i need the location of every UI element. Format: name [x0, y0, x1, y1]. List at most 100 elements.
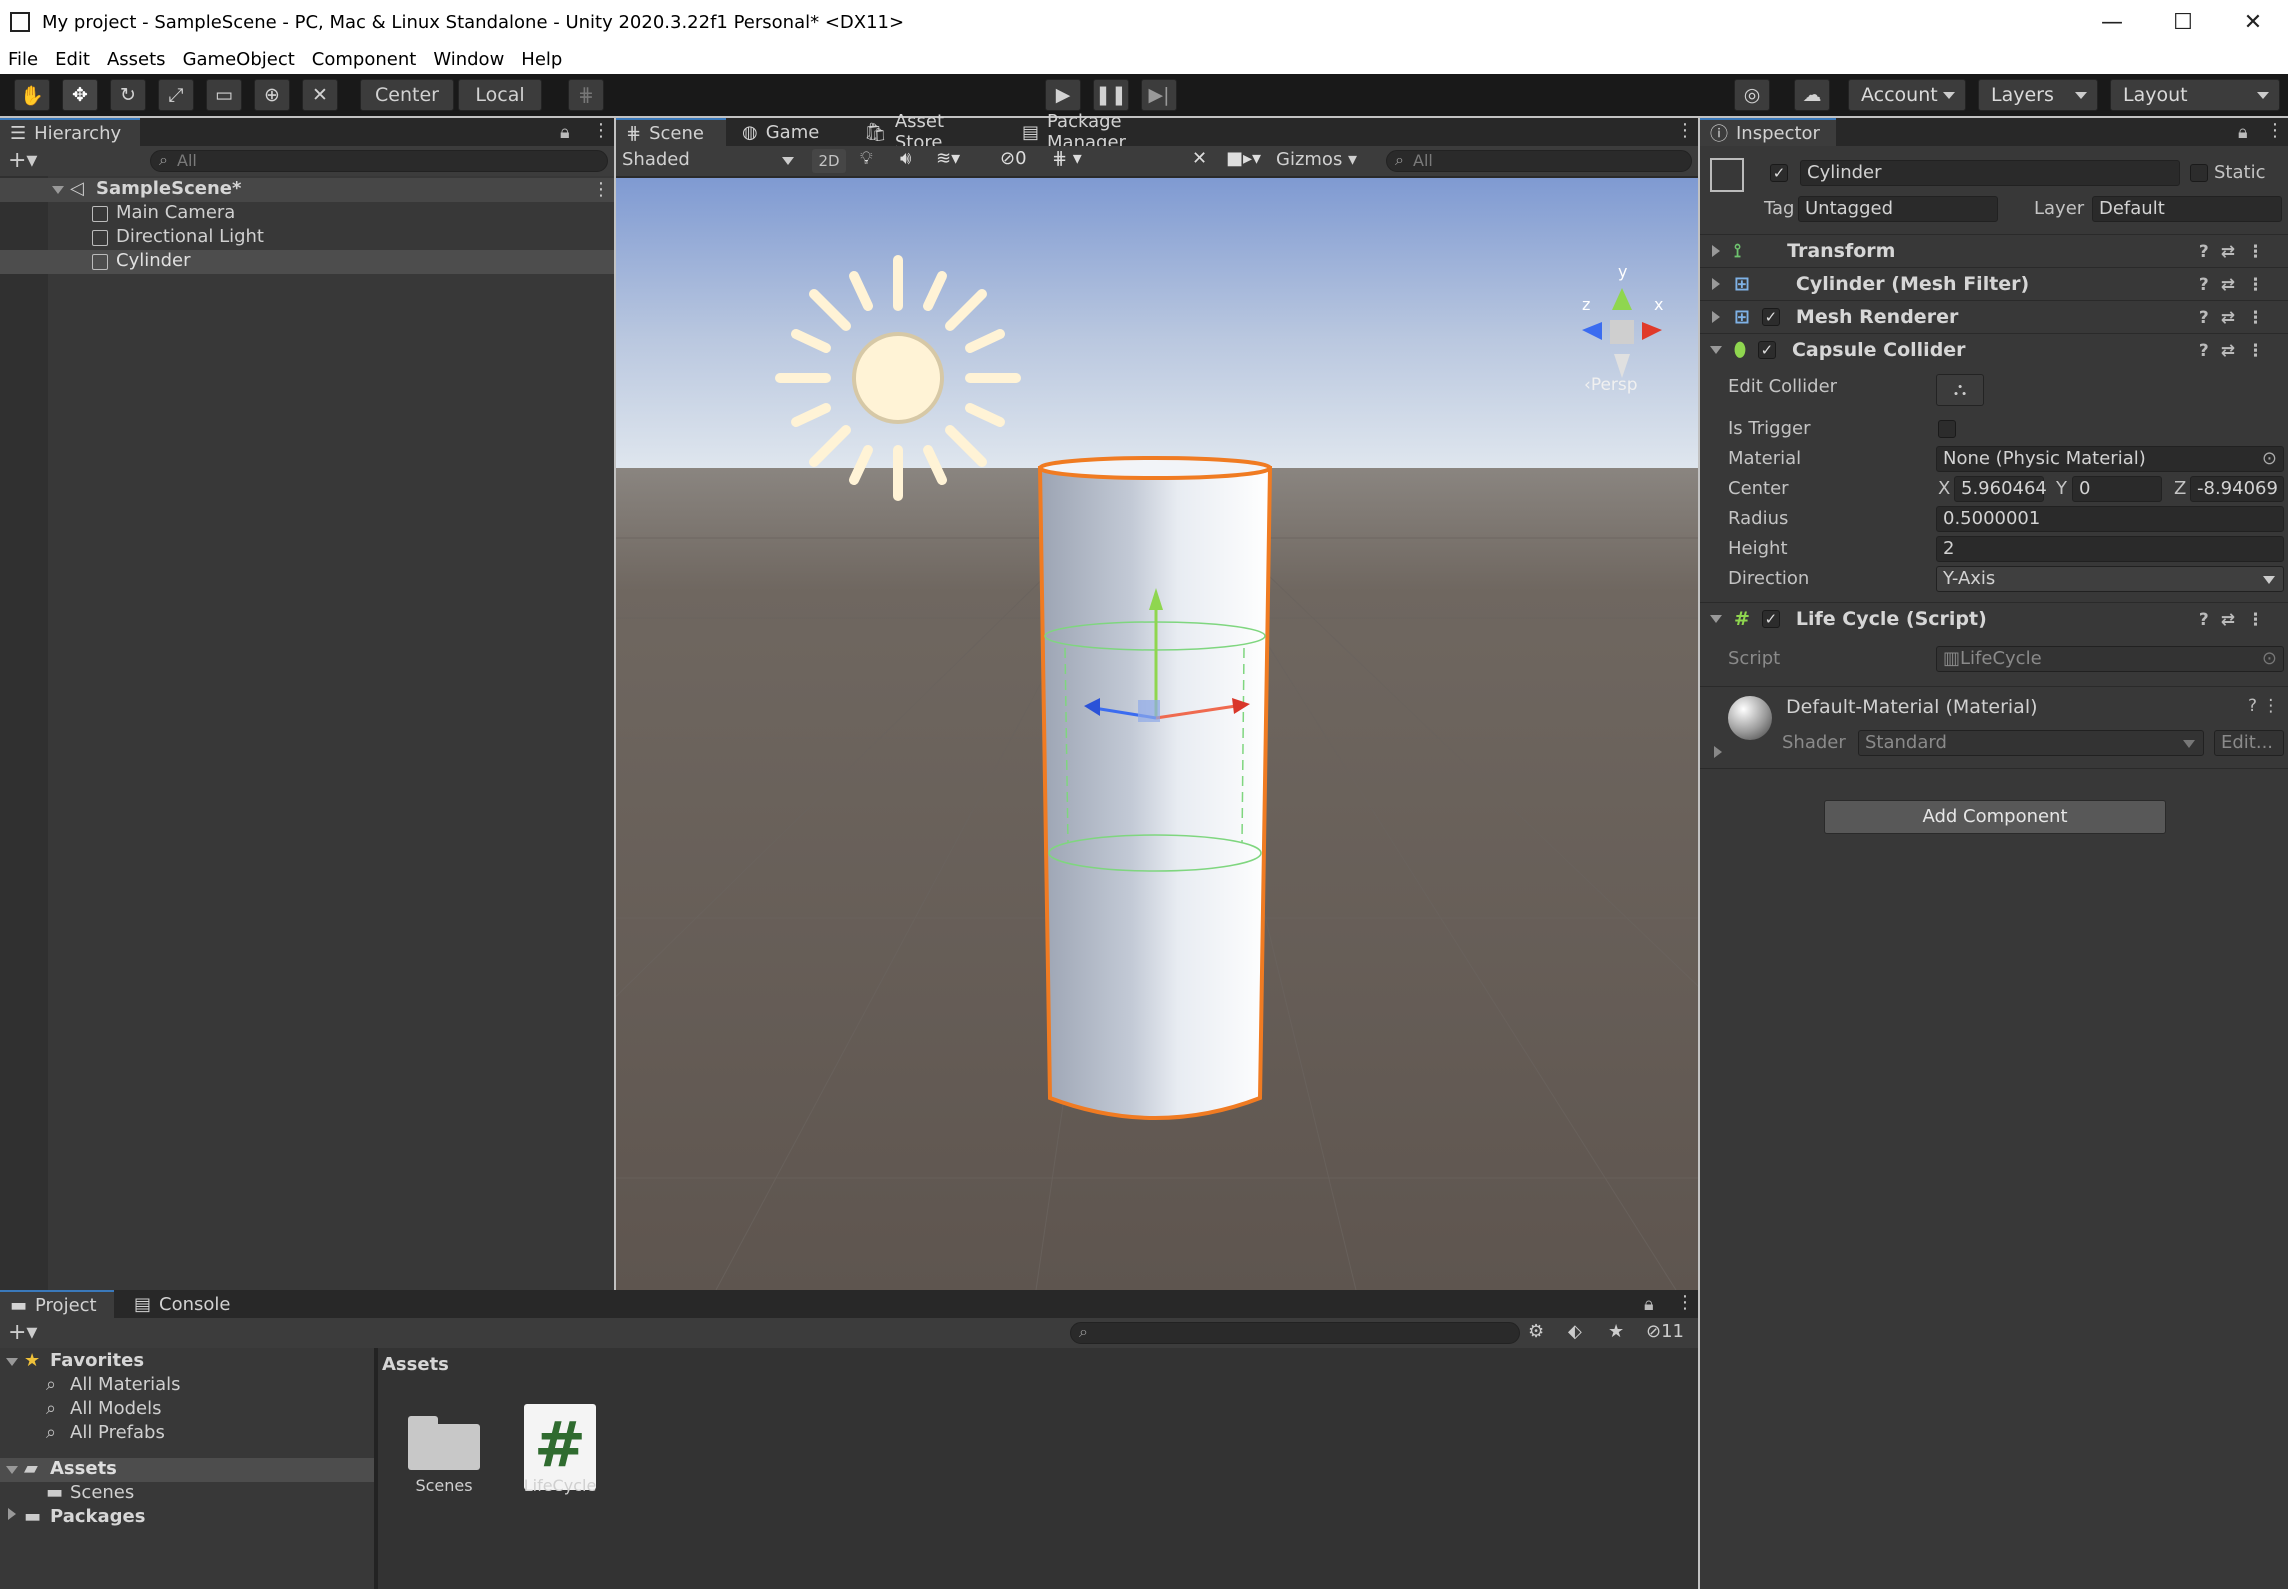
persp-label[interactable]: ‹Persp: [1584, 375, 1638, 395]
radius-field[interactable]: 0.5000001: [1936, 506, 2284, 532]
material-actions[interactable]: ? ⋮: [2248, 696, 2279, 716]
lock-icon[interactable]: 🔒︎: [2238, 122, 2248, 143]
favorite-star-icon[interactable]: ★: [1608, 1321, 1624, 1342]
transform-tool-icon[interactable]: ⊕: [254, 79, 290, 111]
scenes-folder-tile[interactable]: [408, 1410, 480, 1470]
inspector-menu-icon[interactable]: ⋮: [2266, 122, 2284, 140]
tag-dropdown[interactable]: Untagged: [1798, 196, 1998, 222]
camera-icon[interactable]: ■▸▾: [1226, 148, 1261, 169]
create-add-icon[interactable]: +▾: [8, 1320, 37, 1345]
account-dropdown[interactable]: Account: [1848, 79, 1966, 111]
favorite-item[interactable]: All Materials: [70, 1374, 181, 1395]
component-actions[interactable]: ?⇄⋮: [2199, 242, 2276, 262]
scene-viewport[interactable]: y x z ‹Persp: [616, 178, 1698, 1290]
shader-edit-button[interactable]: Edit...: [2214, 730, 2284, 756]
layers-dropdown[interactable]: Layers: [1978, 79, 2098, 111]
favorite-item[interactable]: All Prefabs: [70, 1422, 165, 1443]
expand-icon[interactable]: [1712, 244, 1720, 257]
hierarchy-search-input[interactable]: All: [150, 150, 608, 172]
center-x-field[interactable]: 5.960464: [1954, 476, 2047, 502]
grid-snap-icon[interactable]: ⋕: [568, 79, 604, 111]
tab-asset-store[interactable]: 🛍︎ Asset Store: [854, 111, 1004, 153]
move-tool-icon[interactable]: ✥: [62, 79, 98, 111]
layout-dropdown[interactable]: Layout: [2110, 79, 2280, 111]
lock-icon[interactable]: 🔒︎: [1644, 1294, 1654, 1315]
lock-icon[interactable]: 🔒︎: [560, 122, 570, 143]
scene-menu-icon[interactable]: ⋮: [592, 181, 610, 199]
project-menu-icon[interactable]: ⋮: [1676, 1294, 1694, 1312]
static-checkbox[interactable]: [2190, 164, 2208, 182]
shading-dropdown[interactable]: Shaded: [622, 149, 802, 173]
hidden-packages-icon[interactable]: ⊘11: [1646, 1321, 1684, 1342]
menu-gameobject[interactable]: GameObject: [183, 49, 295, 70]
tools-icon[interactable]: ✕: [1192, 148, 1207, 169]
scene-render[interactable]: y x z ‹Persp: [616, 178, 1698, 1290]
component-life-cycle[interactable]: # ✓ Life Cycle (Script) ?⇄⋮: [1700, 602, 2288, 634]
hidden-objects-icon[interactable]: ⊘0: [1000, 148, 1027, 169]
menu-assets[interactable]: Assets: [107, 49, 166, 70]
component-actions[interactable]: ?⇄⋮: [2199, 610, 2276, 630]
maximize-button[interactable]: ☐: [2148, 0, 2218, 44]
collapse-icon[interactable]: [1710, 345, 1722, 354]
scene-search-input[interactable]: All: [1386, 150, 1692, 172]
center-y-field[interactable]: 0: [2072, 476, 2162, 502]
menu-help[interactable]: Help: [521, 49, 562, 70]
expand-icon[interactable]: [6, 1358, 18, 1366]
active-checkbox[interactable]: ✓: [1770, 164, 1788, 182]
list-item[interactable]: Main Camera: [0, 202, 614, 226]
expand-icon[interactable]: [52, 186, 64, 194]
list-item-selected[interactable]: Cylinder: [0, 250, 614, 274]
material-expand-icon[interactable]: [1714, 746, 1722, 758]
step-button[interactable]: ▶|: [1141, 79, 1177, 111]
scenes-folder-item[interactable]: Scenes: [70, 1482, 134, 1503]
packages-label[interactable]: Packages: [50, 1506, 145, 1527]
expand-icon[interactable]: [6, 1466, 18, 1474]
center-z-field[interactable]: -8.94069: [2190, 476, 2284, 502]
tab-game[interactable]: ◍ Game: [732, 118, 838, 146]
enabled-checkbox[interactable]: ✓: [1761, 307, 1780, 326]
tab-hierarchy[interactable]: ☰ Hierarchy: [0, 118, 140, 146]
pivot-mode-button[interactable]: Center: [360, 79, 454, 111]
cloud-icon[interactable]: ☁: [1794, 79, 1830, 111]
expand-icon[interactable]: [8, 1508, 16, 1520]
effects-icon[interactable]: ≋▾: [936, 148, 960, 169]
menu-edit[interactable]: Edit: [55, 49, 90, 70]
shader-dropdown[interactable]: Standard: [1858, 730, 2204, 756]
tab-scene[interactable]: ⋕ Scene: [616, 118, 726, 146]
play-button[interactable]: ▶: [1045, 79, 1081, 111]
enabled-checkbox[interactable]: ✓: [1757, 340, 1776, 359]
expand-icon[interactable]: [1712, 277, 1720, 290]
tab-console[interactable]: ▤ Console: [124, 1290, 244, 1318]
component-actions[interactable]: ?⇄⋮: [2199, 275, 2276, 295]
enabled-checkbox[interactable]: ✓: [1761, 609, 1780, 628]
2d-toggle[interactable]: 2D: [812, 149, 846, 173]
scale-tool-icon[interactable]: ⤢: [158, 79, 194, 111]
menu-component[interactable]: Component: [312, 49, 417, 70]
pause-button[interactable]: ❚❚: [1093, 79, 1129, 111]
rotate-tool-icon[interactable]: ↻: [110, 79, 146, 111]
collab-icon[interactable]: ◎: [1734, 79, 1770, 111]
component-capsule-collider[interactable]: ⬮ ✓ Capsule Collider ?⇄⋮: [1700, 333, 2288, 365]
custom-tool-icon[interactable]: ✕: [302, 79, 338, 111]
search-by-type-icon[interactable]: ⚙: [1528, 1321, 1544, 1342]
gizmos-dropdown[interactable]: Gizmos ▾: [1276, 149, 1357, 170]
hierarchy-menu-icon[interactable]: ⋮: [592, 122, 610, 140]
tab-inspector[interactable]: ⓘ Inspector: [1700, 118, 1836, 146]
pivot-rotation-button[interactable]: Local: [458, 79, 542, 111]
direction-dropdown[interactable]: Y-Axis: [1936, 566, 2284, 592]
grid-toggle-icon[interactable]: ⋕ ▾: [1052, 148, 1082, 169]
is-trigger-checkbox[interactable]: [1938, 420, 1956, 438]
minimize-button[interactable]: —: [2077, 0, 2147, 44]
edit-collider-button[interactable]: ⛬: [1936, 374, 1984, 406]
component-actions[interactable]: ?⇄⋮: [2199, 341, 2276, 361]
audio-icon[interactable]: 🔊︎: [900, 148, 911, 169]
directional-light-sun-icon[interactable]: [775, 255, 1021, 501]
component-transform[interactable]: ⟟ Transform ?⇄⋮: [1700, 234, 2288, 266]
component-actions[interactable]: ?⇄⋮: [2199, 308, 2276, 328]
tab-package-manager[interactable]: ▤ Package Manager: [1012, 111, 1212, 153]
lighting-icon[interactable]: 💡︎: [860, 148, 873, 169]
menu-window[interactable]: Window: [433, 49, 504, 70]
favorite-item[interactable]: All Models: [70, 1398, 161, 1419]
object-picker-icon[interactable]: ⊙: [2262, 447, 2277, 471]
favorites-label[interactable]: Favorites: [50, 1350, 144, 1371]
